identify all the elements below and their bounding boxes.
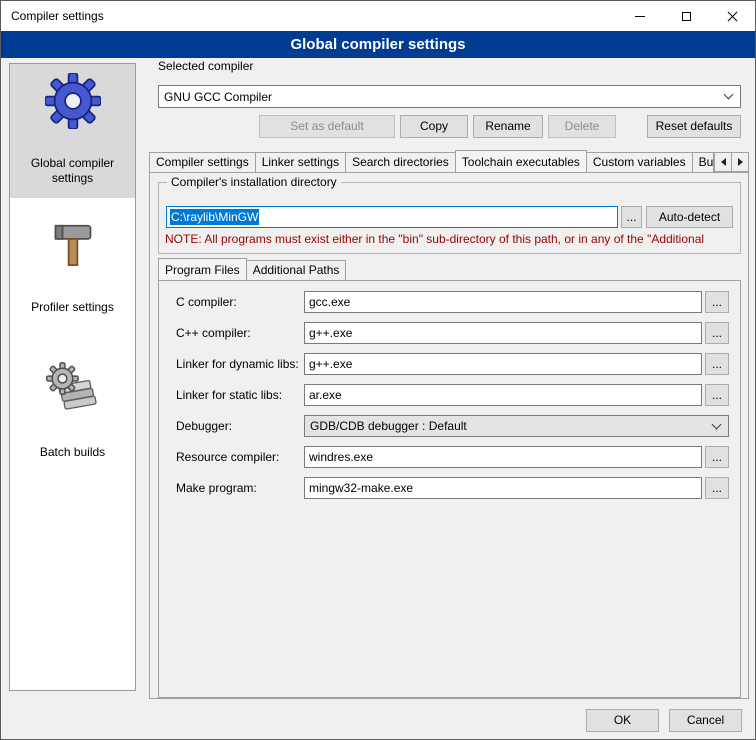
selected-compiler-dropdown[interactable]: GNU GCC Compiler (158, 85, 741, 108)
page-title: Global compiler settings (1, 31, 755, 58)
copy-button[interactable]: Copy (400, 115, 468, 138)
install-dir-note: NOTE: All programs must exist either in … (165, 232, 739, 246)
selected-compiler-value: GNU GCC Compiler (164, 90, 725, 104)
maximize-button[interactable] (663, 1, 709, 31)
autodetect-button[interactable]: Auto-detect (646, 206, 733, 228)
rename-button[interactable]: Rename (473, 115, 543, 138)
debugger-value: GDB/CDB debugger : Default (310, 419, 713, 433)
compiler-tabs: Compiler settings Linker settings Search… (149, 150, 749, 172)
tab-scroll-left-button[interactable] (714, 152, 732, 172)
reset-defaults-button[interactable]: Reset defaults (647, 115, 741, 138)
window-title: Compiler settings (1, 9, 104, 23)
subtab-program-files[interactable]: Program Files (158, 258, 247, 280)
close-icon (726, 10, 739, 23)
arrow-right-icon (738, 158, 743, 166)
linker-dynamic-browse-button[interactable]: ... (705, 353, 729, 375)
minimize-button[interactable] (617, 1, 663, 31)
resource-compiler-label: Resource compiler: (176, 446, 279, 468)
linker-static-browse-button[interactable]: ... (705, 384, 729, 406)
tab-search-directories[interactable]: Search directories (345, 152, 456, 172)
chevron-down-icon (724, 90, 734, 100)
set-as-default-button[interactable]: Set as default (259, 115, 395, 138)
maximize-icon (682, 12, 691, 21)
resource-compiler-browse-button[interactable]: ... (705, 446, 729, 468)
subtab-additional-paths[interactable]: Additional Paths (246, 260, 347, 280)
tab-scroll-right-button[interactable] (731, 152, 749, 172)
tab-build-options-clipped[interactable]: Buil (692, 152, 714, 172)
tab-custom-variables[interactable]: Custom variables (586, 152, 693, 172)
titlebar: Compiler settings (1, 1, 755, 31)
arrow-left-icon (721, 158, 726, 166)
cpp-compiler-browse-button[interactable]: ... (705, 322, 729, 344)
cpp-compiler-label: C++ compiler: (176, 322, 251, 344)
ok-button[interactable]: OK (586, 709, 659, 732)
sidebar-item-global-compiler-settings[interactable]: Global compiler settings (10, 64, 135, 198)
profiler-tool-icon (13, 216, 132, 274)
c-compiler-browse-button[interactable]: ... (705, 291, 729, 313)
settings-sidebar: Global compiler settings Profiler settin… (9, 63, 136, 691)
sidebar-item-label: Batch builds (13, 445, 132, 460)
close-button[interactable] (709, 1, 755, 31)
delete-button[interactable]: Delete (548, 115, 616, 138)
linker-dynamic-input[interactable] (304, 353, 702, 375)
tab-scroll-controls (714, 152, 749, 172)
batch-builds-icon (13, 361, 132, 419)
c-compiler-input[interactable] (304, 291, 702, 313)
make-program-input[interactable] (304, 477, 702, 499)
program-files-tabs: Program Files Additional Paths (158, 258, 741, 280)
gear-icon (13, 72, 132, 130)
linker-static-label: Linker for static libs: (176, 384, 282, 406)
tab-linker-settings[interactable]: Linker settings (255, 152, 346, 172)
resource-compiler-input[interactable] (304, 446, 702, 468)
sidebar-item-label: Profiler settings (13, 300, 132, 315)
make-program-label: Make program: (176, 477, 257, 499)
debugger-dropdown[interactable]: GDB/CDB debugger : Default (304, 415, 729, 437)
cancel-button[interactable]: Cancel (669, 709, 742, 732)
minimize-icon (635, 16, 645, 17)
tab-toolchain-executables[interactable]: Toolchain executables (455, 150, 587, 172)
debugger-label: Debugger: (176, 415, 232, 437)
install-dir-selected-text: C:\raylib\MinGW (170, 209, 259, 225)
make-program-browse-button[interactable]: ... (705, 477, 729, 499)
compiler-settings-dialog: Compiler settings Global compiler settin… (0, 0, 756, 740)
linker-dynamic-label: Linker for dynamic libs: (176, 353, 299, 375)
cpp-compiler-input[interactable] (304, 322, 702, 344)
selected-compiler-label: Selected compiler (158, 55, 253, 77)
install-directory-group-title: Compiler's installation directory (167, 175, 341, 189)
linker-static-input[interactable] (304, 384, 702, 406)
install-dir-browse-button[interactable]: ... (621, 206, 642, 228)
sidebar-item-batch-builds[interactable]: Batch builds (10, 353, 135, 472)
tab-compiler-settings[interactable]: Compiler settings (149, 152, 256, 172)
c-compiler-label: C compiler: (176, 291, 237, 313)
sidebar-item-profiler-settings[interactable]: Profiler settings (10, 208, 135, 327)
sidebar-item-label: Global compiler settings (13, 156, 132, 186)
install-dir-input[interactable]: C:\raylib\MinGW (166, 206, 618, 228)
window-controls (617, 1, 755, 31)
chevron-down-icon (712, 419, 722, 429)
